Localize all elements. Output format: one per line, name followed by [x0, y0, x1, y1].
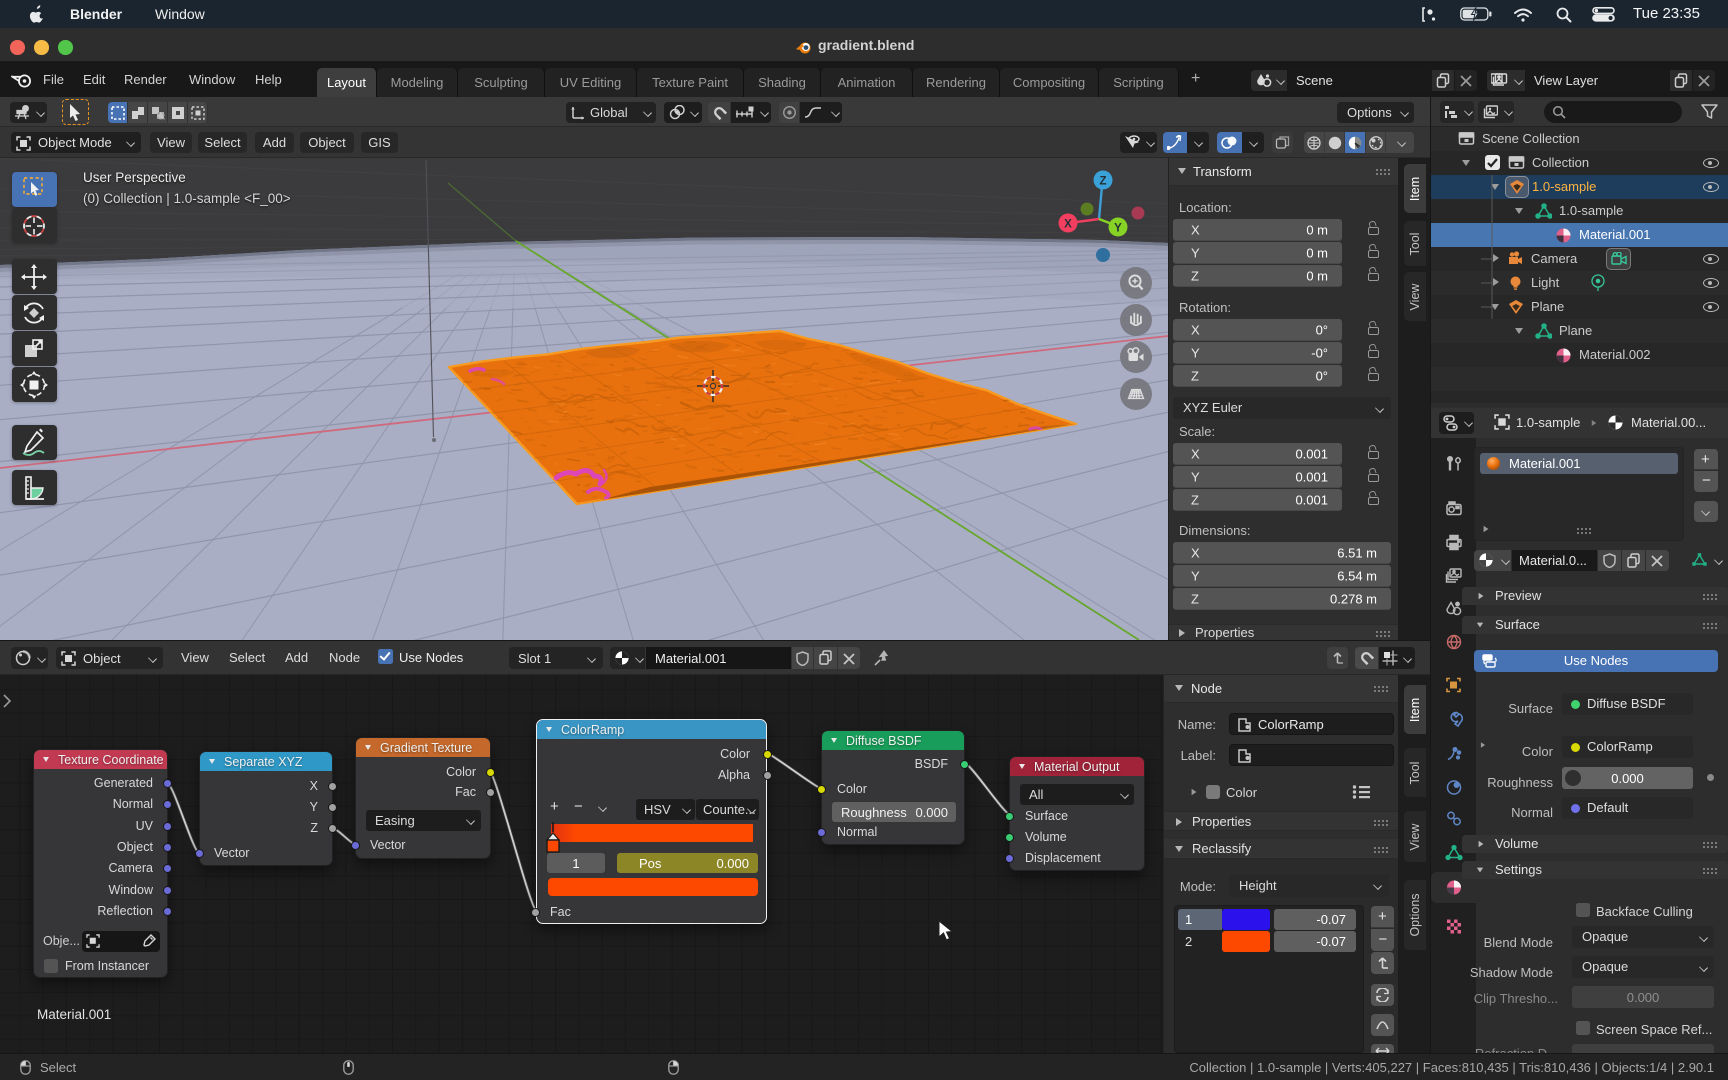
svg-text:X: X: [1064, 219, 1072, 231]
svg-text:Z: Z: [1099, 176, 1106, 188]
svg-text:Y: Y: [1114, 223, 1122, 235]
